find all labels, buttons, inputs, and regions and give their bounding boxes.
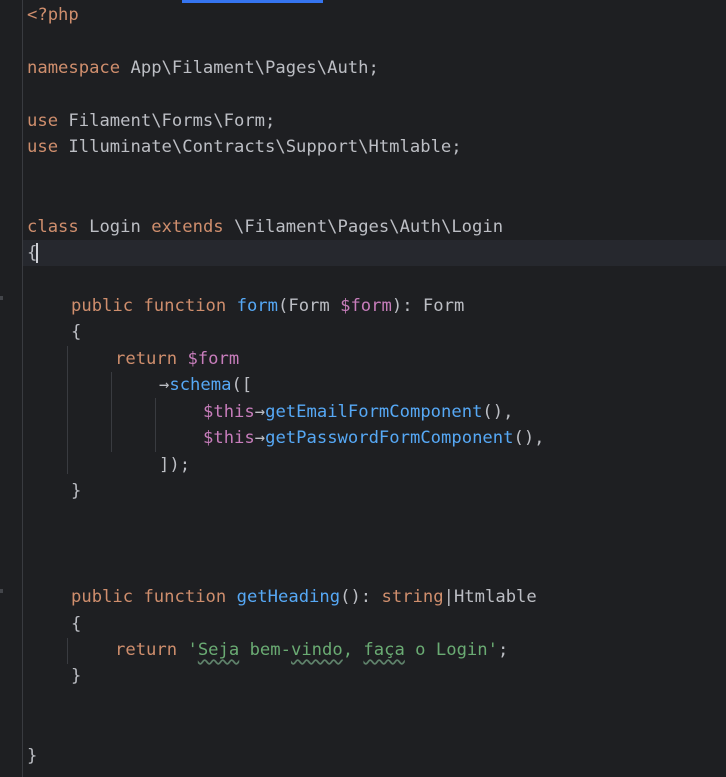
code-line-schema[interactable]: →schema([	[159, 372, 252, 398]
code-line-use-form[interactable]: use Filament\Forms\Form;	[27, 108, 275, 134]
class-name: Login	[89, 217, 141, 237]
keyword: function	[143, 296, 227, 316]
code-line-form-close-brace[interactable]: }	[71, 478, 81, 504]
code-line-namespace[interactable]: namespace App\Filament\Pages\Auth;	[27, 55, 379, 81]
typo-highlight[interactable]: Seja	[198, 640, 239, 660]
brace: {	[71, 322, 82, 342]
keyword: use	[27, 111, 59, 131]
params: ():	[340, 587, 382, 607]
punctuation: ([	[231, 375, 253, 395]
namespace-name: App\Filament\Pages\Auth;	[130, 58, 379, 78]
parent-class: \Filament\Pages\Auth\Login	[234, 217, 504, 237]
typo-highlight[interactable]: vindo	[291, 640, 343, 660]
typo-highlight[interactable]: faça	[363, 640, 404, 660]
string-part: o Login'	[404, 640, 498, 660]
keyword: use	[27, 137, 59, 157]
function-name: form	[236, 296, 279, 316]
keyword: extends	[151, 217, 224, 237]
indent-guide	[67, 346, 68, 474]
function-name: getHeading	[236, 587, 341, 607]
code-editor[interactable]: <?php namespace App\Filament\Pages\Auth;…	[0, 0, 726, 777]
code-line-heading-open-brace[interactable]: {	[71, 611, 81, 637]
code-line-class-close-brace[interactable]: }	[27, 743, 37, 769]
string-literal: 'Seja bem-vindo, faça o Login'	[187, 640, 498, 660]
function-name: getEmailFormComponent	[265, 402, 483, 422]
function-name: schema	[169, 375, 232, 395]
variable: $this	[203, 402, 255, 422]
indent-guide	[67, 638, 68, 664]
variable: $form	[340, 296, 392, 316]
arrow-operator: →	[159, 375, 170, 395]
code-line-class-open-brace[interactable]: {	[27, 240, 39, 266]
keyword: class	[27, 217, 79, 237]
code-line-heading-decl[interactable]: public function getHeading(): string|Htm…	[71, 584, 537, 610]
punctuation: (),	[482, 402, 514, 422]
arrow-operator: →	[254, 402, 266, 422]
keyword: return	[115, 640, 178, 660]
active-tab-indicator	[182, 0, 323, 3]
use-path: Filament\Forms\Form;	[68, 111, 276, 131]
code-line-class-decl[interactable]: class Login extends \Filament\Pages\Auth…	[27, 214, 503, 240]
indent-guide	[111, 372, 112, 452]
keyword: public	[71, 587, 134, 607]
punctuation: (),	[513, 428, 545, 448]
code-line-form-decl[interactable]: public function form(Form $form): Form	[71, 293, 464, 319]
current-line-highlight	[23, 240, 726, 266]
gutter-border	[22, 0, 23, 777]
string-part: '	[187, 640, 198, 660]
keyword: public	[71, 296, 134, 316]
text-caret	[36, 243, 39, 263]
type-keyword: string	[381, 587, 444, 607]
punctuation: ;	[497, 640, 509, 660]
php-open-tag: <?php	[27, 5, 79, 25]
union-pipe: |	[443, 587, 454, 607]
indent-guide	[155, 398, 156, 452]
code-line-schema-close[interactable]: ]);	[159, 452, 190, 478]
code-line-use-htmlable[interactable]: use Illuminate\Contracts\Support\Htmlabl…	[27, 134, 462, 160]
string-part: ,	[342, 640, 364, 660]
params: (Form	[278, 296, 341, 316]
keyword: return	[115, 349, 178, 369]
code-line-form-open-brace[interactable]: {	[71, 319, 81, 345]
arrow-operator: →	[254, 428, 266, 448]
function-name: getPasswordFormComponent	[265, 428, 514, 448]
code-line-php-open[interactable]: <?php	[27, 2, 79, 28]
keyword: function	[143, 587, 227, 607]
brace: {	[71, 614, 82, 634]
code-line-return-heading[interactable]: return 'Seja bem-vindo, faça o Login';	[115, 637, 508, 663]
keyword: namespace	[27, 58, 121, 78]
use-path: Illuminate\Contracts\Support\Htmlable;	[68, 137, 462, 157]
code-line-heading-close-brace[interactable]: }	[71, 663, 81, 689]
brace: }	[71, 666, 82, 686]
brace: }	[27, 746, 38, 766]
code-line-password-component[interactable]: $this→getPasswordFormComponent(),	[203, 425, 545, 451]
string-part: bem-	[239, 640, 291, 660]
type-name: Htmlable	[453, 587, 537, 607]
brace: }	[71, 481, 82, 501]
variable: $form	[187, 349, 240, 369]
code-line-email-component[interactable]: $this→getEmailFormComponent(),	[203, 399, 513, 425]
fold-marker[interactable]	[0, 589, 3, 593]
fold-marker[interactable]	[0, 296, 3, 300]
return-type: ): Form	[391, 296, 465, 316]
variable: $this	[203, 428, 255, 448]
punctuation: ]);	[159, 455, 191, 475]
code-line-return-form[interactable]: return $form	[115, 346, 239, 372]
